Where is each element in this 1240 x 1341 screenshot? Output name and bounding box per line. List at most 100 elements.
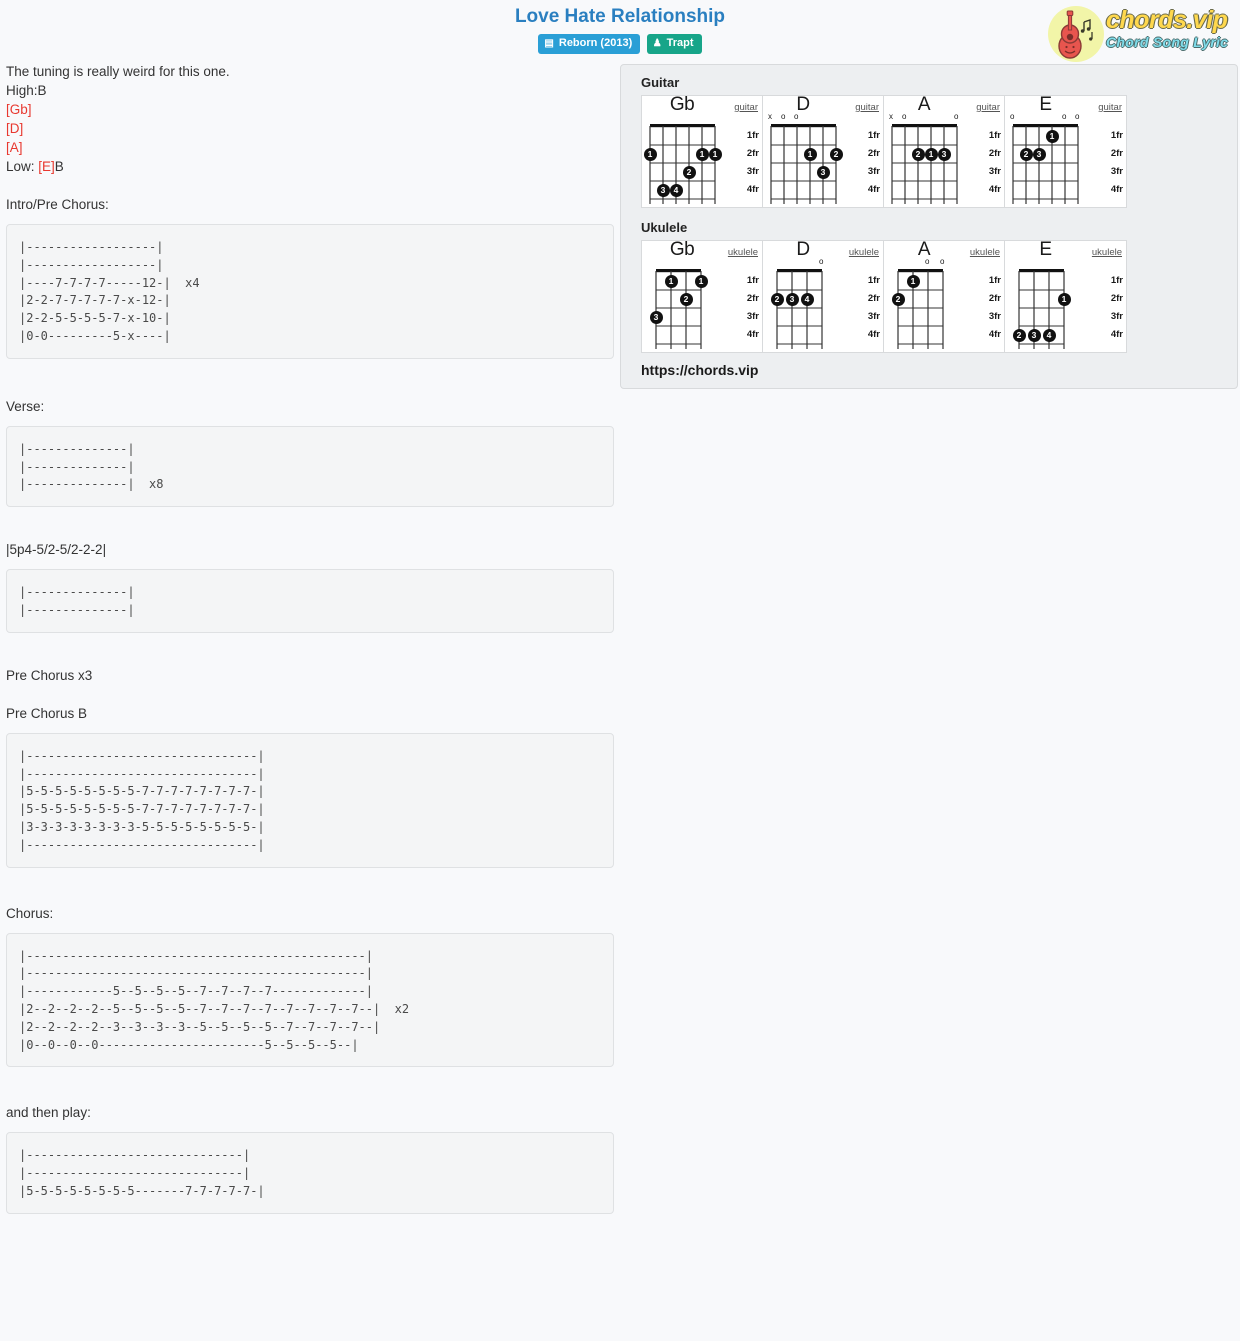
fret-label: 2fr	[1110, 148, 1123, 159]
finger-dot: 1	[643, 147, 657, 161]
open-string-marker: o	[1062, 112, 1067, 121]
fretboard-diagram: oox123	[768, 113, 843, 209]
fret-label: 3fr	[1110, 166, 1123, 177]
finger-dot: 2	[679, 292, 693, 306]
fret-label: 1fr	[867, 275, 880, 286]
chord-instrument-label[interactable]: ukulele	[849, 247, 879, 258]
fret-label: 4fr	[1110, 329, 1123, 340]
open-string-marker: o	[819, 257, 824, 266]
fret-label: 1fr	[746, 130, 759, 141]
chord-name: E	[1039, 239, 1052, 260]
status-badge-artist[interactable]: ♟ Trapt	[646, 34, 702, 54]
fretboard-diagram: 111234	[643, 124, 722, 209]
section-label-verse: Verse:	[6, 398, 45, 414]
finger-dot: 4	[1042, 328, 1056, 342]
tab-block-andthenplay: |------------------------------| |------…	[6, 1132, 614, 1214]
fret-label: 4fr	[867, 329, 880, 340]
guitar-chord-row: Gb guitar 1 1 1 2 3 4 1fr 2fr 3fr 4fr Dguitar o o x 1 2 3 1…	[641, 94, 1127, 209]
site-logo[interactable]: chords.vip Chord Song Lyric	[1044, 4, 1236, 62]
fret-number-labels: 1fr 2fr 3fr 4fr	[856, 127, 880, 199]
open-string-marker: o	[940, 257, 945, 266]
finger-dot: 3	[785, 292, 799, 306]
tab-text-verse: |--------------| |--------------| |-----…	[19, 441, 164, 492]
finger-dot: 2	[682, 165, 696, 179]
book-icon: ▤	[544, 38, 554, 49]
chord-instrument-label[interactable]: ukulele	[1092, 247, 1122, 258]
tab-block-riff: |--------------| |--------------|	[6, 569, 614, 633]
chord-instrument-label[interactable]: guitar	[976, 102, 1000, 113]
ukulele-chord-row: Gb ukulele 1 1 2 3 1fr 2fr 3fr 4fr Dukulele o 2 3 4 1fr…	[641, 239, 1127, 354]
fret-label: 4fr	[867, 184, 880, 195]
tab-block-intro: |------------------| |------------------…	[6, 224, 614, 359]
fret-number-labels: 1fr 2fr 3fr 4fr	[977, 127, 1001, 199]
chord-ref-gb[interactable]: [Gb]	[6, 100, 614, 119]
chord-card-ukulele-gb[interactable]: Gb ukulele 1 1 2 3 1fr 2fr 3fr 4fr	[642, 239, 763, 354]
fret-label: 4fr	[746, 184, 759, 195]
fret-number-labels: 1fr 2fr 3fr 4fr	[735, 127, 759, 199]
fretboard-diagram: ooo123	[1010, 113, 1082, 209]
user-icon: ♟	[652, 38, 662, 49]
chord-card-ukulele-e[interactable]: Eukulele 1 2 3 4 1fr 2fr 3fr 4fr	[1005, 239, 1126, 354]
fret-number-labels: 1fr 2fr 3fr 4fr	[1099, 127, 1123, 199]
fret-label: 1fr	[1110, 130, 1123, 141]
tuning-high: High:B	[6, 83, 47, 98]
chord-instrument-label[interactable]: ukulele	[970, 247, 1000, 258]
muted-string-marker: x	[768, 112, 772, 121]
finger-dot: 1	[694, 274, 708, 288]
fretboard-diagram: 1 234	[1012, 269, 1071, 354]
chord-ref-a[interactable]: [A]	[6, 138, 614, 157]
chord-instrument-label[interactable]: guitar	[855, 102, 879, 113]
chord-instrument-label[interactable]: guitar	[734, 102, 758, 113]
fret-label: 3fr	[1110, 311, 1123, 322]
logo-text: chords.vip Chord Song Lyric	[1106, 7, 1228, 51]
tab-text-andthenplay: |------------------------------| |------…	[19, 1148, 265, 1198]
tab-text-prechorus-b: |--------------------------------| |----…	[19, 748, 265, 852]
open-string-marker: o	[1010, 112, 1015, 121]
chord-card-ukulele-a[interactable]: Aukulele o o 1 2 1fr 2fr 3fr 4fr	[884, 239, 1005, 354]
tab-block-verse: |--------------| |--------------| |-----…	[6, 425, 614, 508]
chord-card-guitar-d[interactable]: Dguitar o o x 1 2 3 1fr 2fr 3fr 4fr	[763, 94, 884, 209]
chord-card-ukulele-d[interactable]: Dukulele o 2 3 4 1fr 2fr 3fr 4fr	[763, 239, 884, 352]
riff-notation: |5p4-5/2-5/2-2-2|	[6, 542, 107, 558]
site-url-link[interactable]: https://chords.vip	[641, 362, 1227, 378]
fret-label: 2fr	[988, 148, 1001, 159]
chord-instrument-label[interactable]: guitar	[1098, 102, 1122, 113]
finger-dot: 1	[708, 147, 722, 161]
open-string-marker: o	[925, 257, 930, 266]
fret-label: 4fr	[746, 329, 759, 340]
muted-string-marker: x	[889, 112, 893, 121]
chord-card-guitar-a[interactable]: Aguitar o o x 2 1 3 1fr 2fr 3fr 4fr	[884, 94, 1005, 207]
finger-dot: 1	[1045, 129, 1059, 143]
chord-instrument-label[interactable]: ukulele	[728, 247, 758, 258]
chord-diagram-panel: Guitar Gb guitar 1 1 1 2 3 4 1fr 2fr 3fr 4fr Dguitar…	[620, 64, 1238, 389]
tab-text-intro: |------------------| |------------------…	[19, 240, 200, 343]
fret-label: 1fr	[746, 275, 759, 286]
chord-ref-e[interactable]: [E]	[38, 159, 55, 174]
fret-label: 2fr	[988, 293, 1001, 304]
status-badge-album[interactable]: ▤ Reborn (2013)	[538, 34, 641, 54]
section-label-prechorus-b: Pre Chorus B	[6, 705, 88, 721]
album-badge-label: Reborn (2013)	[558, 37, 633, 49]
fret-label: 2fr	[746, 148, 759, 159]
chord-card-guitar-gb[interactable]: Gb guitar 1 1 1 2 3 4 1fr 2fr 3fr 4fr	[642, 94, 763, 209]
fretboard-diagram: oo12	[891, 258, 947, 354]
chord-ref-d[interactable]: [D]	[6, 119, 614, 138]
fret-number-labels: 1fr 2fr 3fr 4fr	[856, 272, 880, 344]
section-label-andthenplay: and then play:	[6, 1105, 91, 1121]
tuning-low-prefix: Low:	[6, 159, 39, 174]
ukulele-section-title: Ukulele	[641, 220, 688, 235]
finger-dot: 2	[829, 147, 843, 161]
fret-label: 1fr	[988, 130, 1001, 141]
section-label-intro: Intro/Pre Chorus:	[6, 197, 109, 212]
tuning-note: The tuning is really weird for this one.	[6, 64, 230, 79]
chord-name: D	[796, 94, 810, 115]
section-label-prechorus: Pre Chorus x3	[6, 667, 93, 683]
open-string-marker: o	[781, 112, 786, 121]
finger-dot: 3	[937, 147, 951, 161]
page-header: Love Hate Relationship ▤ Reborn (2013) ♟ T…	[0, 0, 1240, 62]
fret-number-labels: 1fr 2fr 3fr 4fr	[735, 272, 759, 344]
fret-label: 3fr	[988, 166, 1001, 177]
song-content: The tuning is really weird for this one.…	[0, 62, 620, 1214]
fretboard-diagram: 1 12 3	[649, 269, 708, 354]
chord-card-guitar-e[interactable]: Eguitar o o o 1 2 3 1fr 2fr 3fr 4fr	[1005, 94, 1126, 209]
